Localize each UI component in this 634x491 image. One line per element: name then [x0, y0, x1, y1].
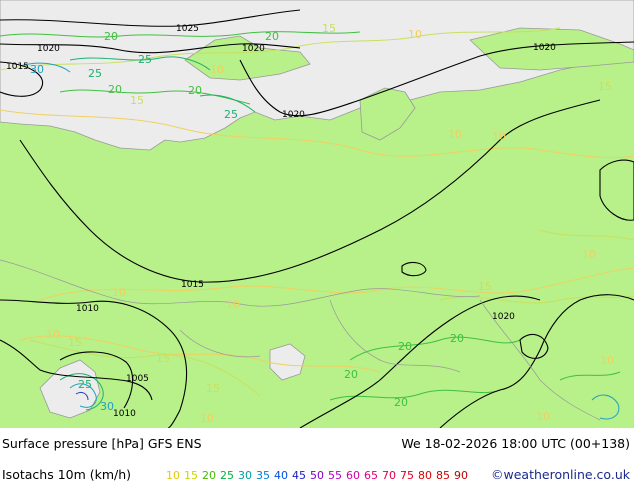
- isotach-label: 10: [112, 286, 126, 299]
- isotach-label: 15: [598, 80, 612, 93]
- isobar-label: 1005: [126, 374, 149, 384]
- isotach-label: 10: [600, 354, 614, 367]
- isotach-label: 20: [265, 30, 279, 43]
- scale-value: 40: [274, 469, 288, 482]
- scale-value: 30: [238, 469, 252, 482]
- isotach-label: 15: [68, 336, 82, 349]
- isotach-label: 20: [104, 30, 118, 43]
- isotach-label: 20: [394, 396, 408, 409]
- scale-value: 20: [202, 469, 216, 482]
- isotach-label: 15: [478, 280, 492, 293]
- isotach-label: 20: [450, 332, 464, 345]
- isotach-label: 15: [130, 94, 144, 107]
- isobar-label: 1015: [181, 280, 204, 290]
- isotach-label: 10: [408, 28, 422, 41]
- isotach-label: 30: [30, 63, 44, 76]
- footer-row-title: Surface pressure [hPa] GFS ENS We 18-02-…: [0, 428, 634, 459]
- isotach-label: 10: [492, 130, 506, 143]
- isobar-label: 1025: [176, 24, 199, 34]
- scale-value: 55: [328, 469, 342, 482]
- scale-value: 85: [436, 469, 450, 482]
- isotach-label: 25: [78, 378, 92, 391]
- isotach-label: 10: [46, 328, 60, 341]
- isotach-label: 10: [536, 410, 550, 423]
- isotach-label: 25: [88, 67, 102, 80]
- scale-value: 90: [454, 469, 468, 482]
- isobar-label: 1010: [113, 409, 136, 419]
- isobar-label: 1010: [76, 304, 99, 314]
- isobar-label: 1020: [242, 44, 265, 54]
- scale-value: 15: [184, 469, 198, 482]
- scale-value: 10: [166, 469, 180, 482]
- scale-value: 70: [382, 469, 396, 482]
- scale-value: 60: [346, 469, 360, 482]
- isobar-label: 1020: [533, 43, 556, 53]
- isotach-label: 25: [224, 108, 238, 121]
- isotach-label: 10: [448, 128, 462, 141]
- isotach-scale: 10 15 20 25 30 35 40 45 50 55 60 65 70 75 80 85 90: [166, 459, 472, 491]
- scale-value: 80: [418, 469, 432, 482]
- scale-value: 35: [256, 469, 270, 482]
- isobar-label: 1020: [492, 312, 515, 322]
- scale-value: 25: [220, 469, 234, 482]
- isobar-label: 1020: [282, 110, 305, 120]
- weather-map: 1025 1020 1020 1015 1020 1020 1015 1010 …: [0, 0, 634, 428]
- credit-link[interactable]: ©weatheronline.co.uk: [491, 459, 630, 490]
- scale-value: 65: [364, 469, 378, 482]
- isotach-label: 15: [322, 22, 336, 35]
- isotach-label: 10: [210, 63, 224, 76]
- footer-row-legend: Isotachs 10m (km/h) 10 15 20 25 30 35 40 45 50 55…: [0, 459, 634, 490]
- legend-title: Isotachs 10m (km/h): [2, 467, 132, 482]
- isotach-label: 15: [156, 352, 170, 365]
- scale-value: 75: [400, 469, 414, 482]
- map-canvas: 1025 1020 1020 1015 1020 1020 1015 1010 …: [0, 0, 634, 428]
- isotach-label: 20: [108, 83, 122, 96]
- isotach-label: 20: [344, 368, 358, 381]
- isotach-label: 15: [206, 382, 220, 395]
- isotach-label: 25: [138, 53, 152, 66]
- isotach-label: 10: [226, 298, 240, 311]
- forecast-datetime: We 18-02-2026 18:00 UTC (00+138): [401, 436, 630, 451]
- isobar-label: 1020: [37, 44, 60, 54]
- isotach-label: 10: [200, 412, 214, 425]
- scale-value: 50: [310, 469, 324, 482]
- scale-value: 45: [292, 469, 306, 482]
- isobar-label: 1015: [6, 62, 29, 72]
- isotach-label: 20: [188, 84, 202, 97]
- isotach-label: 20: [398, 340, 412, 353]
- isotach-label: 30: [100, 400, 114, 413]
- map-title: Surface pressure [hPa] GFS ENS: [2, 436, 202, 451]
- isotach-label: 10: [582, 248, 596, 261]
